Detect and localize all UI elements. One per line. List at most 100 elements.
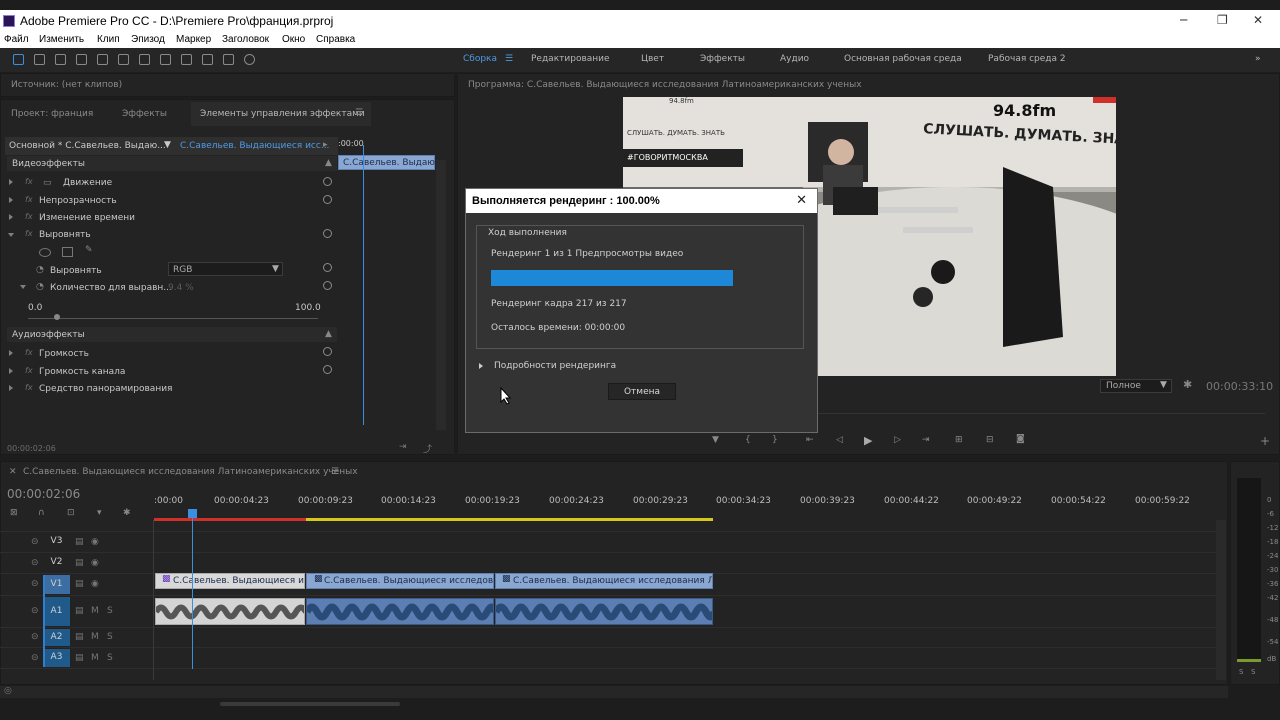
effect-opacity[interactable]: Непрозрачность [39,196,117,206]
video-clip-1[interactable]: С.Савельев. Выдающиеся исс [155,573,305,589]
slide-tool-icon[interactable] [160,54,171,65]
lift-icon[interactable]: ⊞ [955,435,963,445]
effect-panner[interactable]: Средство панорамирования [39,384,172,394]
mute-button[interactable]: M [91,632,99,642]
step-forward-icon[interactable]: ▷ [894,435,901,445]
track-v3[interactable]: V3 [43,536,70,550]
tab-effect-controls[interactable]: Элементы управления эффектами [200,109,365,119]
reset-channel-volume-icon[interactable] [323,365,332,374]
timeline-vscroll[interactable] [1216,520,1226,680]
extract-icon[interactable]: ⊟ [986,435,994,445]
solo-button[interactable]: S [107,653,113,663]
workspace-assembly[interactable]: Сборка [463,54,497,64]
workspace-2[interactable]: Рабочая среда 2 [988,54,1066,64]
expand-time-remap-icon[interactable] [9,214,13,220]
collapse-align-icon[interactable] [8,233,14,237]
rolling-edit-tool-icon[interactable] [76,54,87,65]
menu-title[interactable]: Заголовок [222,34,269,45]
motion-transform-icon[interactable]: ▭ [43,178,52,188]
sync-lock-icon[interactable]: ▤ [75,537,84,547]
panel-menu-icon[interactable]: ☰ [355,108,363,118]
playhead-handle[interactable] [188,509,197,518]
sequence-tab[interactable]: С.Савельев. Выдающиеся исследования Лати… [23,467,358,477]
collapse-timeline-icon[interactable]: ▸ [323,140,328,150]
program-title[interactable]: Программа: С.Савельев. Выдающиеся исслед… [468,80,862,90]
sync-lock-icon[interactable]: ▤ [75,653,84,663]
track-v2[interactable]: V2 [43,557,70,571]
audio-clip-1[interactable] [155,598,305,625]
close-icon[interactable]: ✕ [796,193,807,208]
source-panel-title[interactable]: Источник: (нет клипов) [11,80,122,90]
timeline-ruler[interactable]: :00:00 00:00:04:23 00:00:09:23 00:00:14:… [154,490,1216,521]
mark-out-icon[interactable]: } [772,435,778,445]
close-window-button[interactable]: ✕ [1253,13,1263,27]
tab-effects[interactable]: Эффекты [122,109,167,119]
lock-icon[interactable]: ⊝ [31,537,39,547]
workspace-main[interactable]: Основная рабочая среда [844,54,962,64]
pen-mask-icon[interactable]: ✎ [85,245,93,255]
expand-channel-volume-icon[interactable] [9,368,13,374]
linked-selection-icon[interactable]: ⊡ [67,508,75,518]
workspace-menu-icon[interactable]: ☰ [505,54,513,64]
timeline-timecode[interactable]: 00:00:02:06 [7,487,80,501]
menu-window[interactable]: Окно [282,34,305,45]
slip-tool-icon[interactable] [139,54,150,65]
sync-lock-icon[interactable]: ▤ [75,606,84,616]
meter-solo-right[interactable]: S [1251,668,1255,676]
ec-scrollbar[interactable] [436,160,446,430]
expand-volume-icon[interactable] [9,350,13,356]
rate-stretch-tool-icon[interactable] [97,54,108,65]
timeline-settings-wrench-icon[interactable]: ✱ [123,508,131,518]
effect-align[interactable]: Выровнять [39,230,91,240]
workspace-color[interactable]: Цвет [641,54,664,64]
solo-button[interactable]: S [107,606,113,616]
ec-playhead[interactable] [363,145,364,425]
ellipse-mask-icon[interactable] [39,248,51,257]
video-clip-3[interactable]: С.Савельев. Выдающиеся исследования Лати [495,573,713,589]
effect-volume[interactable]: Громкость [39,349,89,359]
workspace-audio[interactable]: Аудио [780,54,809,64]
mute-button[interactable]: M [91,653,99,663]
amount-value[interactable]: 9.4 % [168,283,194,293]
lock-icon[interactable]: ⊝ [31,653,39,663]
timeline-playhead[interactable] [192,509,193,669]
track-select-tool-icon[interactable] [34,54,45,65]
menu-marker[interactable]: Маркер [176,34,211,45]
pen-tool-icon[interactable] [181,54,192,65]
sync-lock-icon[interactable]: ▤ [75,579,84,589]
reset-align-icon[interactable] [323,229,332,238]
menu-edit[interactable]: Изменить [39,34,84,45]
expand-motion-icon[interactable] [9,179,13,185]
step-back-icon[interactable]: ◁ [836,435,843,445]
menu-sequence[interactable]: Эпизод [131,34,165,45]
hand-tool-icon-2[interactable] [223,54,234,65]
amount-slider-track[interactable] [28,318,318,319]
nest-icon[interactable]: ⊠ [10,508,18,518]
snap-icon[interactable]: ∩ [38,508,45,518]
lock-icon[interactable]: ⊝ [31,558,39,568]
lock-icon[interactable]: ⊝ [31,606,39,616]
solo-button[interactable]: S [107,632,113,642]
filter-icon[interactable]: ⇥ [399,442,407,452]
expand-details-icon[interactable] [479,363,483,369]
timeline-zoom-handle[interactable] [220,702,400,706]
lock-icon[interactable]: ⊝ [31,579,39,589]
button-editor-plus-icon[interactable]: + [1260,434,1270,448]
amount-slider-handle[interactable] [54,314,60,320]
menu-help[interactable]: Справка [316,34,355,45]
stopwatch-icon[interactable]: ◔ [36,282,44,292]
go-to-in-icon[interactable]: ⇤ [806,435,814,445]
reset-volume-icon[interactable] [323,347,332,356]
timeline-hscroll[interactable] [0,686,1228,698]
meter-solo-left[interactable]: S [1239,668,1243,676]
expand-panner-icon[interactable] [9,385,13,391]
cancel-button[interactable]: Отмена [608,383,676,400]
render-details-toggle[interactable]: Подробности рендеринга [494,361,616,371]
collapse-amount-icon[interactable] [20,285,26,289]
stopwatch-icon[interactable]: ◔ [36,265,44,275]
mark-in-icon[interactable]: { [745,435,751,445]
workspace-effects[interactable]: Эффекты [700,54,745,64]
expand-opacity-icon[interactable] [9,197,13,203]
more-workspaces-icon[interactable]: » [1255,54,1261,64]
eye-icon[interactable]: ◉ [91,558,99,568]
